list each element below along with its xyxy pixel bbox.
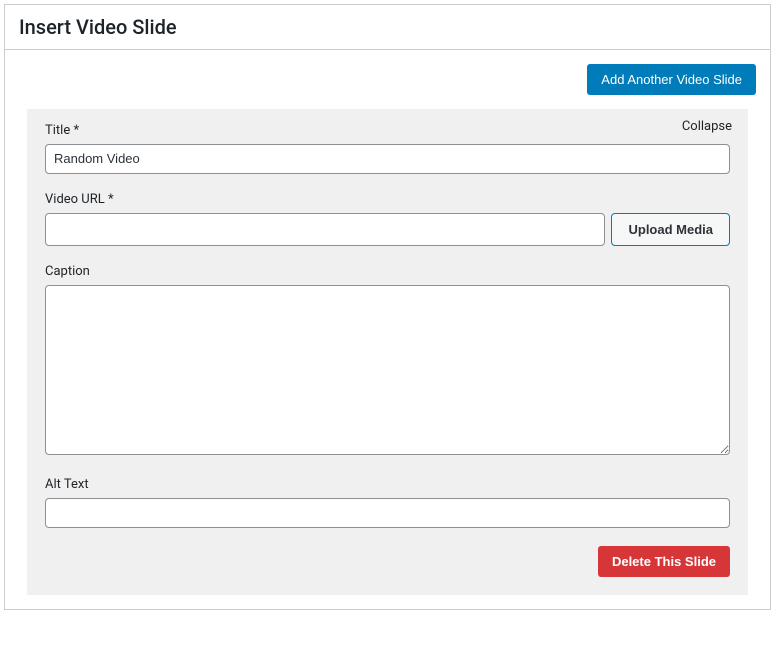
alt-text-field-group: Alt Text [45,477,730,528]
delete-row: Delete This Slide [45,546,730,577]
collapse-toggle[interactable]: Collapse [682,119,732,134]
video-url-label: Video URL * [45,192,730,207]
delete-this-slide-button[interactable]: Delete This Slide [598,546,730,577]
caption-textarea[interactable] [45,285,730,455]
caption-field-group: Caption [45,264,730,459]
title-field-group: Title * [45,123,730,174]
add-another-video-slide-button[interactable]: Add Another Video Slide [587,64,756,95]
content-area: Collapse Title * Video URL * Upload Medi… [5,109,770,609]
caption-label: Caption [45,264,730,279]
video-url-row: Upload Media [45,213,730,246]
alt-text-label: Alt Text [45,477,730,492]
title-input[interactable] [45,144,730,174]
add-button-row: Add Another Video Slide [5,50,770,109]
video-url-field-group: Video URL * Upload Media [45,192,730,246]
title-label: Title * [45,123,730,138]
video-slide-metabox: Insert Video Slide Add Another Video Sli… [4,4,771,610]
upload-media-button[interactable]: Upload Media [611,213,730,246]
header-bar: Insert Video Slide [5,5,770,50]
slide-panel: Collapse Title * Video URL * Upload Medi… [27,109,748,595]
page-title: Insert Video Slide [19,15,756,39]
alt-text-input[interactable] [45,498,730,528]
video-url-input[interactable] [45,213,605,246]
